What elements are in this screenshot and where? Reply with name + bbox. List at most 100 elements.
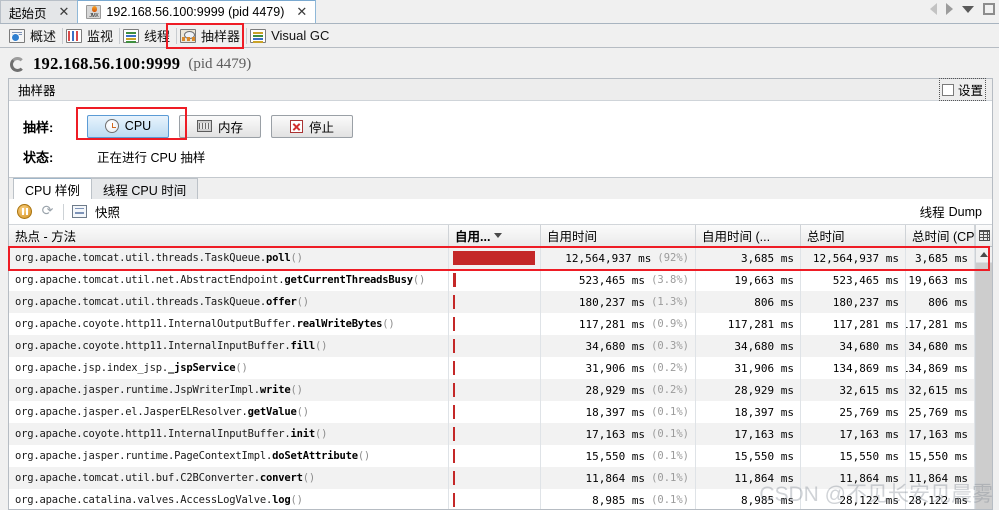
close-icon[interactable]: ✕ — [289, 5, 309, 20]
toolbar-item-visual-gc[interactable]: Visual GC — [247, 25, 336, 47]
table-header-row: 热点 - 方法 自用... 自用时间 自用时间 (... 总时间 总时间 (CP — [9, 225, 975, 247]
close-icon[interactable]: ✕ — [52, 5, 72, 20]
window-tab-label: 起始页 — [9, 6, 47, 21]
cell-self-time: 8,985 ms (0.1%) — [541, 489, 696, 509]
cell-self-time-bar — [449, 269, 541, 291]
column-label: 热点 - 方法 — [15, 230, 77, 244]
monitor-icon — [66, 28, 83, 43]
cell-total-time: 12,564,937 ms — [801, 247, 906, 269]
cell-total-time-cpu: 19,663 ms — [906, 269, 975, 291]
cell-self-time: 34,680 ms (0.3%) — [541, 335, 696, 357]
cell-method: org.apache.tomcat.util.net.AbstractEndpo… — [9, 269, 449, 291]
bar-fill — [453, 339, 455, 353]
cell-self-time-bar — [449, 357, 541, 379]
status-label: 状态: — [23, 149, 54, 165]
table-row[interactable]: org.apache.coyote.http11.InternalInputBu… — [9, 335, 975, 357]
cell-self-time: 18,397 ms (0.1%) — [541, 401, 696, 423]
table-row[interactable]: org.apache.tomcat.util.net.AbstractEndpo… — [9, 269, 975, 291]
sampler-controls: 抽样: CPU 内存 停止 状态: 正在进行 CPU 抽样 — [9, 101, 992, 177]
cell-total-time-cpu: 117,281 ms — [906, 313, 975, 335]
column-header-total-time[interactable]: 总时间 — [801, 225, 906, 246]
stop-button-label: 停止 — [308, 120, 334, 135]
cell-method: org.apache.tomcat.util.threads.TaskQueue… — [9, 247, 449, 269]
cell-self-time-bar — [449, 291, 541, 313]
back-arrow-icon[interactable] — [930, 3, 937, 15]
hotspots-table: 热点 - 方法 自用... 自用时间 自用时间 (... 总时间 总时间 (CP… — [9, 225, 975, 509]
threads-icon — [123, 28, 140, 43]
stop-button[interactable]: 停止 — [271, 114, 353, 138]
cell-self-time-cpu: 806 ms — [696, 291, 801, 313]
cell-method: org.apache.jasper.runtime.JspWriterImpl.… — [9, 379, 449, 401]
table-vertical-scrollbar[interactable] — [975, 225, 992, 509]
snapshot-icon[interactable] — [72, 205, 87, 218]
cell-total-time-cpu: 3,685 ms — [906, 247, 975, 269]
table-row[interactable]: org.apache.coyote.http11.InternalInputBu… — [9, 423, 975, 445]
tab-cpu-samples[interactable]: CPU 样例 — [13, 178, 92, 199]
thread-dump-mono-label: Dump — [948, 204, 982, 219]
toolbar-item-monitor[interactable]: 监视 — [63, 25, 121, 47]
scrollbar-track[interactable] — [976, 263, 992, 509]
pause-icon[interactable] — [17, 204, 32, 219]
cell-self-time: 17,163 ms (0.1%) — [541, 423, 696, 445]
cell-self-time-bar — [449, 379, 541, 401]
bar-fill — [453, 361, 455, 375]
table-row[interactable]: org.apache.jasper.runtime.PageContextImp… — [9, 445, 975, 467]
column-label: 自用... — [455, 230, 491, 244]
column-header-self-time[interactable]: 自用时间 — [541, 225, 696, 246]
refresh-icon[interactable]: ⟳ — [40, 204, 55, 219]
table-row[interactable]: org.apache.jsp.index_jsp. _jspService () 3… — [9, 357, 975, 379]
cell-total-time: 523,465 ms — [801, 269, 906, 291]
cell-method: org.apache.jsp.index_jsp. _jspService () — [9, 357, 449, 379]
window-tab-home[interactable]: 起始页 ✕ — [0, 0, 79, 23]
visualgc-icon — [250, 28, 267, 43]
table-row[interactable]: org.apache.tomcat.util.threads.TaskQueue… — [9, 291, 975, 313]
cell-self-time-cpu: 3,685 ms — [696, 247, 801, 269]
cell-self-time: 523,465 ms (3.8%) — [541, 269, 696, 291]
column-header-method[interactable]: 热点 - 方法 — [9, 225, 449, 246]
column-header-self-bar[interactable]: 自用... — [449, 225, 541, 246]
chevron-down-icon[interactable] — [962, 5, 974, 13]
toolbar-item-label: Visual GC — [271, 28, 330, 43]
scroll-up-button[interactable] — [976, 247, 992, 263]
page-title: 192.168.56.100:9999 — [33, 54, 181, 73]
memory-button[interactable]: 内存 — [179, 114, 261, 138]
toolbar-item-label: 概述 — [30, 29, 57, 44]
cell-method: org.apache.coyote.http11.InternalOutputB… — [9, 313, 449, 335]
hotspots-table-wrap: 热点 - 方法 自用... 自用时间 自用时间 (... 总时间 总时间 (CP… — [8, 225, 992, 509]
column-chooser-button[interactable] — [976, 225, 992, 247]
snapshot-button[interactable]: 快照 — [95, 202, 120, 221]
cell-method: org.apache.tomcat.util.buf.C2BConverter.… — [9, 467, 449, 489]
cell-total-time-cpu: 28,122 ms — [906, 489, 975, 509]
toolbar-item-sampler[interactable]: 抽样器 — [177, 25, 248, 47]
toolbar-item-threads[interactable]: 线程 — [120, 25, 178, 47]
cpu-button[interactable]: CPU — [87, 114, 169, 138]
settings-checkbox[interactable]: 设置 — [938, 78, 987, 101]
table-row[interactable]: org.apache.tomcat.util.threads.TaskQueue… — [9, 247, 975, 269]
table-row[interactable]: org.apache.coyote.http11.InternalOutputB… — [9, 313, 975, 335]
cell-total-time-cpu: 11,864 ms — [906, 467, 975, 489]
table-row[interactable]: org.apache.jasper.runtime.JspWriterImpl.… — [9, 379, 975, 401]
thread-dump-button[interactable]: 线程 Dump — [920, 202, 982, 221]
toolbar-item-overview[interactable]: 概述 — [6, 25, 64, 47]
maximize-icon[interactable] — [983, 3, 995, 15]
cell-method: org.apache.jasper.runtime.PageContextImp… — [9, 445, 449, 467]
cell-self-time: 12,564,937 ms (92%) — [541, 247, 696, 269]
cell-method: org.apache.tomcat.util.threads.TaskQueue… — [9, 291, 449, 313]
window-tab-jmx-connection[interactable]: 192.168.56.100:9999 (pid 4479) ✕ — [77, 0, 317, 23]
cell-method: org.apache.jasper.el.JasperELResolver. ge… — [9, 401, 449, 423]
cell-method: org.apache.coyote.http11.InternalInputBu… — [9, 423, 449, 445]
memory-icon — [196, 120, 212, 132]
table-row[interactable]: org.apache.jasper.el.JasperELResolver. ge… — [9, 401, 975, 423]
table-row[interactable]: org.apache.catalina.valves.AccessLogValv… — [9, 489, 975, 509]
column-header-self-time-cpu[interactable]: 自用时间 (... — [696, 225, 801, 246]
cell-total-time-cpu: 134,869 ms — [906, 357, 975, 379]
table-row[interactable]: org.apache.tomcat.util.buf.C2BConverter.… — [9, 467, 975, 489]
checkbox-box — [941, 83, 954, 96]
column-header-total-time-cpu[interactable]: 总时间 (CPU) — [906, 225, 975, 246]
column-label: 自用时间 — [547, 230, 598, 244]
forward-arrow-icon[interactable] — [946, 3, 953, 15]
toolbar-item-label: 线程 — [144, 29, 171, 44]
tab-thread-cpu-time[interactable]: 线程 CPU 时间 — [90, 178, 199, 199]
bar-fill — [453, 273, 456, 287]
cell-self-time-bar — [449, 247, 541, 269]
